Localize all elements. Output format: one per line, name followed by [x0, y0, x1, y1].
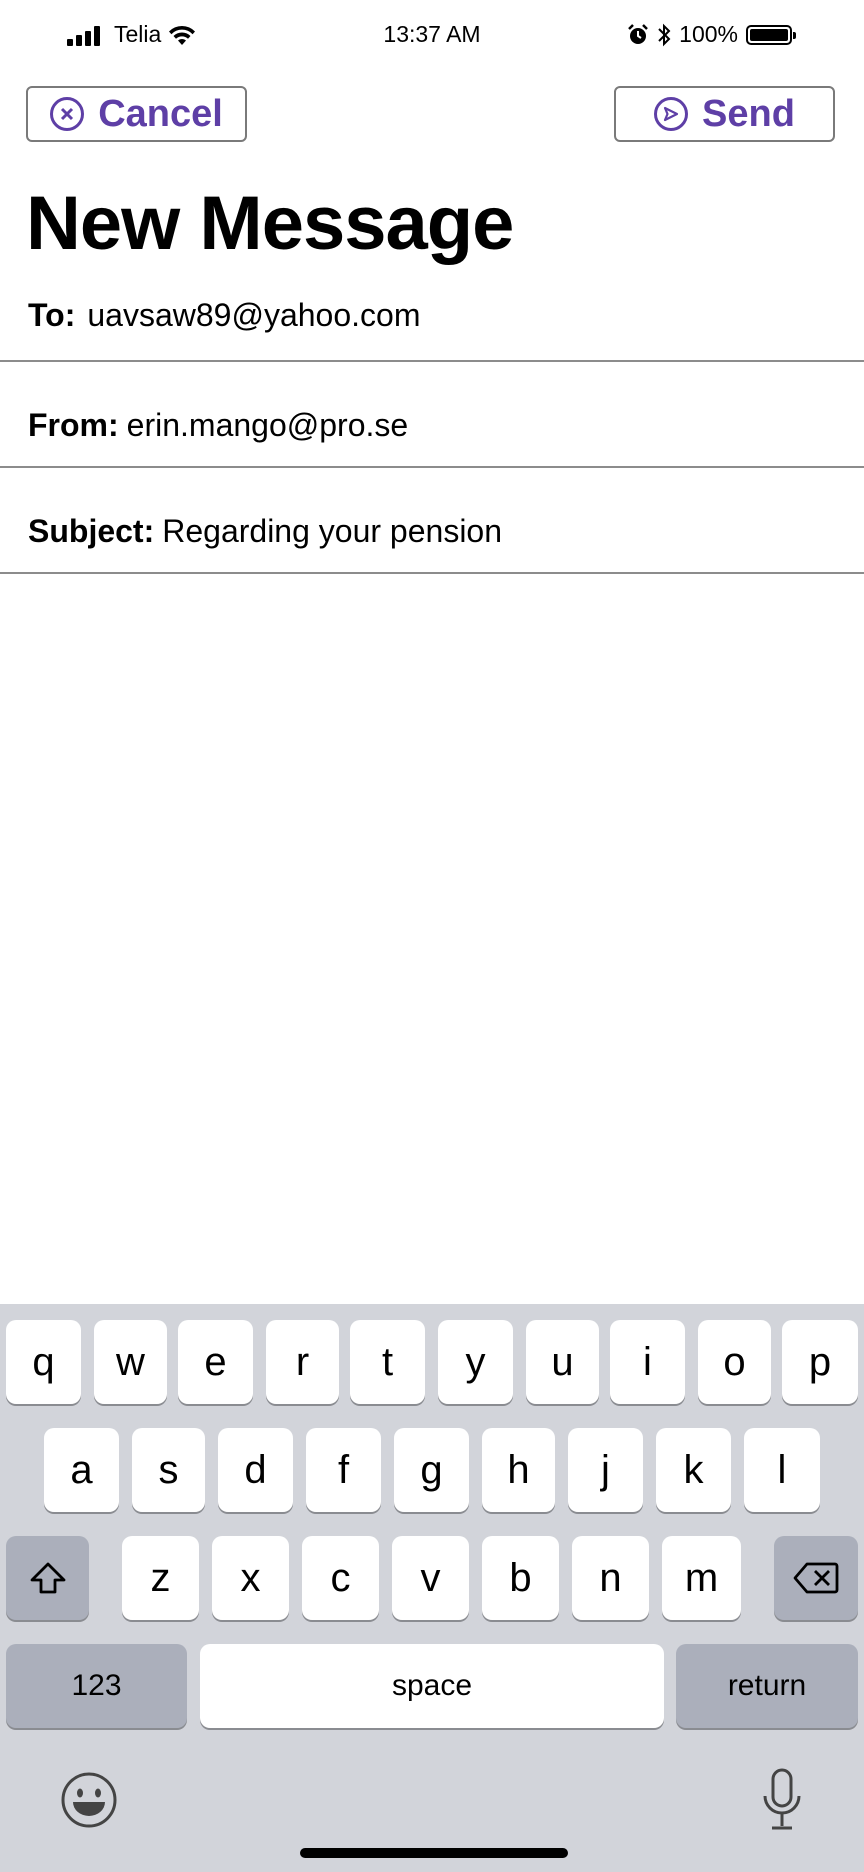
microphone-icon[interactable]	[762, 1768, 802, 1832]
key-z[interactable]: z	[122, 1536, 199, 1620]
backspace-icon	[793, 1562, 839, 1594]
subject-field[interactable]: Subject: Regarding your pension	[0, 468, 864, 574]
key-m[interactable]: m	[662, 1536, 741, 1620]
to-label: To:	[28, 297, 76, 333]
from-value[interactable]: erin.mango@pro.se	[127, 407, 409, 444]
bluetooth-icon	[658, 23, 671, 46]
to-value[interactable]: uavsaw89@yahoo.com	[87, 297, 420, 334]
key-n[interactable]: n	[572, 1536, 649, 1620]
key-a[interactable]: a	[44, 1428, 119, 1512]
status-right-group: 100%	[627, 21, 796, 48]
cancel-button[interactable]: Cancel	[26, 86, 247, 142]
subject-value[interactable]: Regarding your pension	[162, 513, 502, 550]
alarm-icon	[628, 23, 649, 44]
key-p[interactable]: p	[782, 1320, 858, 1404]
home-indicator	[300, 1848, 568, 1858]
return-key[interactable]: return	[676, 1644, 858, 1728]
shift-key[interactable]	[6, 1536, 89, 1620]
close-circle-icon	[50, 97, 85, 131]
key-c[interactable]: c	[302, 1536, 379, 1620]
status-bar: Telia 13:37 AM 100%	[0, 0, 864, 72]
key-x[interactable]: x	[212, 1536, 289, 1620]
key-l[interactable]: l	[744, 1428, 820, 1512]
key-y[interactable]: y	[438, 1320, 513, 1404]
key-q[interactable]: q	[6, 1320, 81, 1404]
battery-percent: 100%	[679, 21, 738, 47]
message-body[interactable]	[0, 574, 864, 1304]
key-w[interactable]: w	[94, 1320, 167, 1404]
shift-icon	[30, 1562, 65, 1594]
key-i[interactable]: i	[610, 1320, 685, 1404]
key-b[interactable]: b	[482, 1536, 559, 1620]
key-g[interactable]: g	[394, 1428, 469, 1512]
send-circle-icon	[654, 97, 689, 131]
space-key[interactable]: space	[200, 1644, 664, 1728]
key-d[interactable]: d	[218, 1428, 293, 1512]
key-v[interactable]: v	[392, 1536, 469, 1620]
keyboard: q w e r t y u i o p a s d f g h j k l z …	[0, 1304, 864, 1872]
send-label: Send	[702, 92, 795, 135]
key-s[interactable]: s	[132, 1428, 205, 1512]
send-button[interactable]: Send	[614, 86, 835, 142]
to-field[interactable]: To: uavsaw89@yahoo.com	[0, 256, 864, 362]
key-k[interactable]: k	[656, 1428, 731, 1512]
page-title: New Message	[26, 181, 514, 266]
cancel-label: Cancel	[98, 92, 223, 135]
key-t[interactable]: t	[350, 1320, 425, 1404]
from-field[interactable]: From: erin.mango@pro.se	[0, 362, 864, 468]
backspace-key[interactable]	[774, 1536, 858, 1620]
key-h[interactable]: h	[482, 1428, 555, 1512]
battery-icon	[746, 24, 796, 45]
key-o[interactable]: o	[698, 1320, 771, 1404]
subject-label: Subject:	[28, 513, 155, 549]
key-j[interactable]: j	[568, 1428, 643, 1512]
key-u[interactable]: u	[526, 1320, 599, 1404]
numbers-key[interactable]: 123	[6, 1644, 187, 1728]
key-e[interactable]: e	[178, 1320, 253, 1404]
key-r[interactable]: r	[266, 1320, 339, 1404]
key-f[interactable]: f	[306, 1428, 381, 1512]
from-label: From:	[28, 407, 119, 443]
emoji-icon[interactable]	[60, 1771, 118, 1829]
